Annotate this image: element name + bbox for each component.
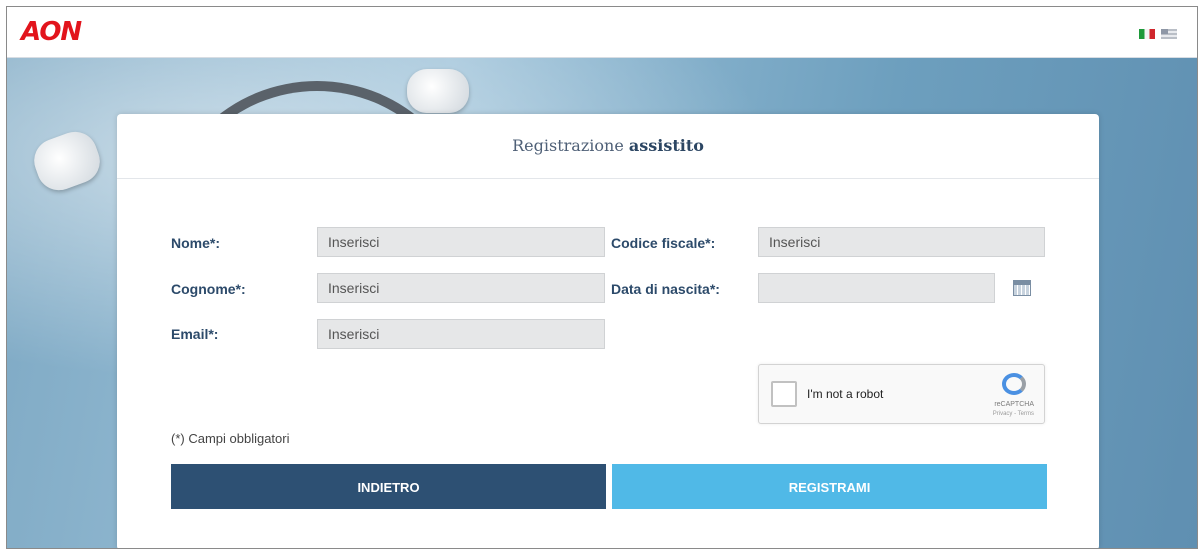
form-title: Registrazione assistito bbox=[117, 114, 1099, 179]
email-input[interactable]: Inserisci bbox=[317, 319, 605, 349]
cognome-input[interactable]: Inserisci bbox=[317, 273, 605, 303]
top-bar: AON bbox=[7, 7, 1197, 58]
english-flag-icon[interactable] bbox=[1161, 29, 1177, 39]
language-switcher bbox=[1139, 29, 1177, 39]
required-fields-note: (*) Campi obbligatori bbox=[171, 431, 290, 446]
codice-fiscale-input[interactable]: Inserisci bbox=[758, 227, 1045, 257]
email-label: Email*: bbox=[171, 326, 219, 342]
recaptcha-logo-icon bbox=[1002, 373, 1026, 395]
recaptcha-checkbox[interactable] bbox=[771, 381, 797, 407]
form-title-bold: assistito bbox=[628, 136, 704, 155]
codice-fiscale-label: Codice fiscale*: bbox=[611, 235, 716, 251]
recaptcha-label: I'm not a robot bbox=[807, 387, 884, 401]
registration-card: Registrazione assistito Nome*: Inserisci… bbox=[117, 114, 1099, 548]
recaptcha-brand: reCAPTCHA bbox=[994, 401, 1034, 408]
calendar-icon[interactable] bbox=[1013, 280, 1031, 296]
data-nascita-input[interactable] bbox=[758, 273, 995, 303]
recaptcha-widget: I'm not a robot reCAPTCHA Privacy - Term… bbox=[758, 364, 1045, 424]
back-button[interactable]: INDIETRO bbox=[171, 464, 606, 509]
form-title-regular: Registrazione bbox=[512, 136, 624, 155]
stethoscope-earpiece bbox=[407, 69, 469, 113]
register-button[interactable]: REGISTRAMI bbox=[612, 464, 1047, 509]
italian-flag-icon[interactable] bbox=[1139, 29, 1155, 39]
nome-input[interactable]: Inserisci bbox=[317, 227, 605, 257]
recaptcha-terms-link[interactable]: Privacy - Terms bbox=[993, 411, 1034, 417]
aon-logo[interactable]: AON bbox=[21, 17, 82, 47]
stethoscope-earpiece bbox=[28, 125, 106, 197]
page-frame: AON Registrazione assistito Nome*: Inser… bbox=[6, 6, 1198, 549]
cognome-label: Cognome*: bbox=[171, 281, 246, 297]
nome-label: Nome*: bbox=[171, 235, 221, 251]
data-nascita-label: Data di nascita*: bbox=[611, 281, 720, 297]
